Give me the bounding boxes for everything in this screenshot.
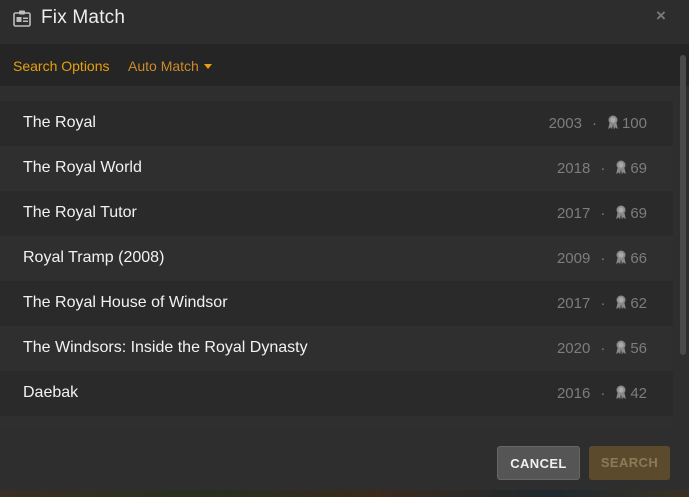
id-card-icon: [13, 10, 31, 27]
result-row[interactable]: [0, 416, 673, 429]
scrollbar[interactable]: [680, 55, 686, 355]
separator-dot: ·: [591, 115, 597, 132]
result-year: 2018: [556, 160, 591, 177]
search-options-tab[interactable]: Search Options: [13, 58, 110, 74]
medal-icon: [616, 205, 627, 220]
dialog-title: Fix Match: [41, 7, 126, 28]
medal-icon: [616, 250, 627, 265]
result-meta: 2020 · 56: [557, 340, 647, 357]
caret-down-icon: [203, 64, 212, 69]
result-meta: 2003 · 100: [549, 115, 647, 132]
result-year: 2016: [556, 385, 591, 402]
dialog-header: Fix Match ×: [0, 0, 689, 44]
separator-dot: ·: [600, 385, 606, 402]
result-title: The Royal Tutor: [23, 204, 137, 221]
result-score: 69: [630, 205, 647, 222]
auto-match-dropdown[interactable]: Auto Match: [128, 58, 212, 74]
background-strip: [0, 490, 689, 497]
result-title: The Royal World: [23, 159, 142, 176]
result-score: 69: [630, 160, 647, 177]
results-list: The Royal 2003 · 100 The Royal World 2018 · 69 T…: [0, 101, 673, 429]
result-year: 2020: [556, 340, 591, 357]
separator-dot: ·: [600, 205, 606, 222]
options-bar: Search Options Auto Match: [0, 44, 689, 86]
result-year: 2009: [556, 250, 591, 267]
result-meta: 2017 · 69: [557, 205, 647, 222]
result-row[interactable]: The Windsors: Inside the Royal Dynasty 20…: [0, 326, 673, 371]
result-meta: 2016 · 42: [557, 385, 647, 402]
result-row[interactable]: The Royal Tutor 2017 · 69: [0, 191, 673, 236]
medal-icon: [616, 340, 627, 355]
result-row[interactable]: The Royal World 2018 · 69: [0, 146, 673, 191]
result-score: 100: [621, 115, 647, 132]
result-title: Daebak: [23, 384, 79, 401]
result-year: 2017: [556, 295, 591, 312]
cancel-button[interactable]: CANCEL: [497, 446, 580, 480]
result-title: The Windsors: Inside the Royal Dynasty: [23, 339, 308, 356]
medal-icon: [616, 160, 627, 175]
result-meta: 2017 · 62: [557, 295, 647, 312]
close-icon[interactable]: ×: [653, 7, 669, 24]
auto-match-label: Auto Match: [128, 58, 199, 74]
result-row[interactable]: The Royal House of Windsor 2017 · 62: [0, 281, 673, 326]
result-year: 2017: [556, 205, 591, 222]
medal-icon: [616, 295, 627, 310]
result-row[interactable]: The Royal 2003 · 100: [0, 101, 673, 146]
medal-icon: [616, 385, 627, 400]
result-score: 62: [630, 295, 647, 312]
result-score: 42: [630, 385, 647, 402]
result-title: The Royal: [23, 114, 96, 131]
separator-dot: ·: [600, 160, 606, 177]
result-row[interactable]: Royal Tramp (2008) 2009 · 66: [0, 236, 673, 281]
result-row[interactable]: Daebak 2016 · 42: [0, 371, 673, 416]
dialog-footer: CANCEL SEARCH: [0, 429, 689, 490]
result-score: 56: [630, 340, 647, 357]
separator-dot: ·: [600, 295, 606, 312]
result-meta: 2009 · 66: [557, 250, 647, 267]
result-score: 66: [630, 250, 647, 267]
result-year: 2003: [548, 115, 582, 132]
medal-icon: [608, 115, 618, 130]
search-button[interactable]: SEARCH: [589, 446, 670, 480]
result-meta: 2018 · 69: [557, 160, 647, 177]
separator-dot: ·: [600, 250, 606, 267]
fix-match-dialog: Fix Match × Search Options Auto Match Th…: [0, 0, 689, 490]
separator-dot: ·: [600, 340, 606, 357]
result-title: Royal Tramp (2008): [23, 249, 165, 266]
result-title: The Royal House of Windsor: [23, 294, 228, 311]
